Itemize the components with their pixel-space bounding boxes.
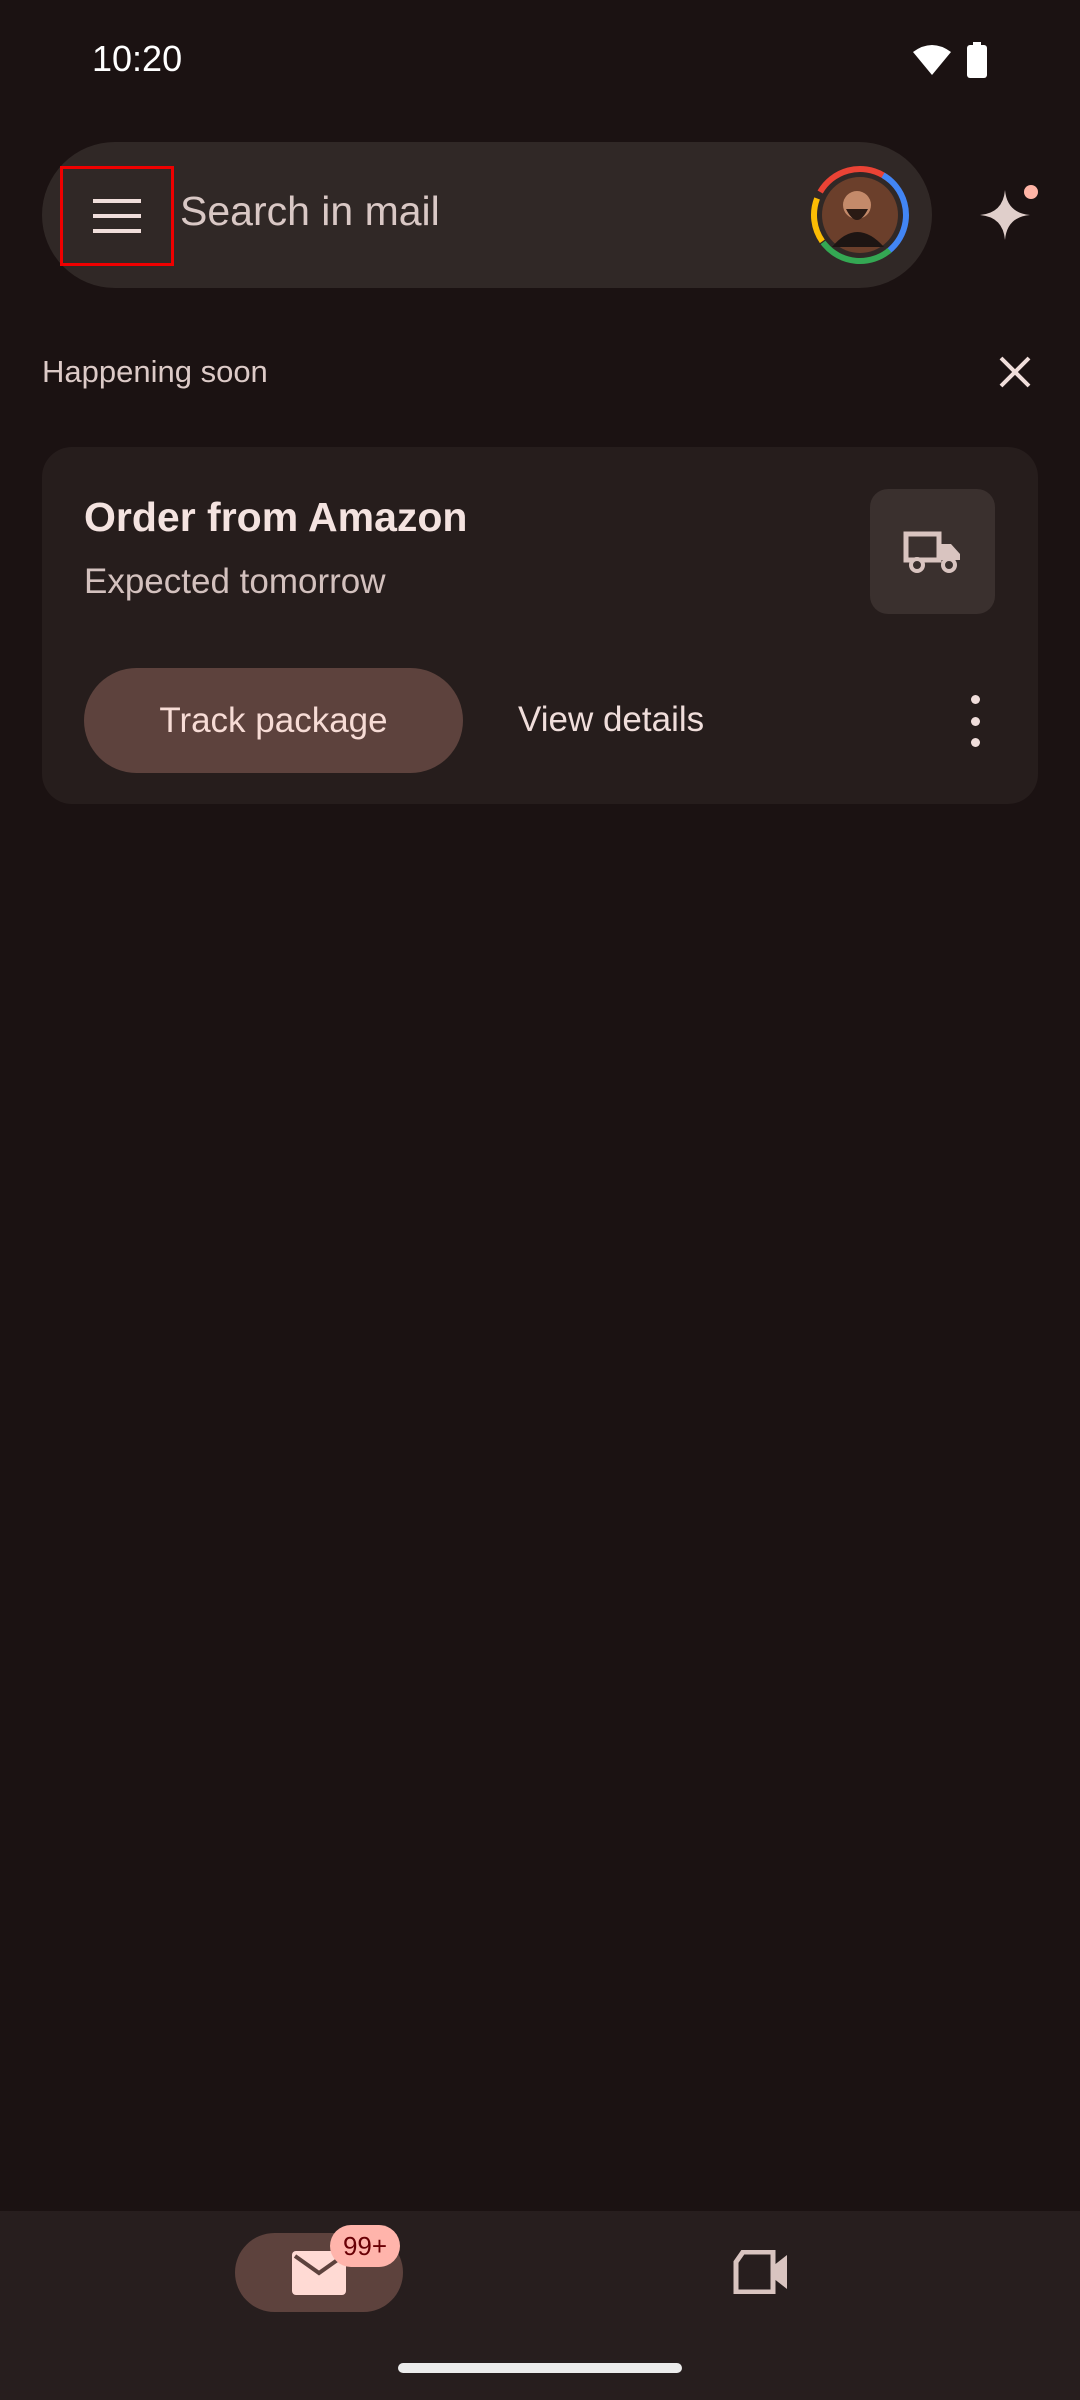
card-title: Order from Amazon bbox=[84, 494, 468, 540]
account-avatar[interactable] bbox=[810, 165, 910, 265]
track-package-button[interactable]: Track package bbox=[84, 668, 463, 773]
truck-icon bbox=[903, 531, 960, 573]
search-bar[interactable] bbox=[42, 142, 932, 288]
sparkle-icon[interactable] bbox=[975, 180, 1045, 250]
close-icon[interactable] bbox=[995, 352, 1035, 392]
unread-badge: 99+ bbox=[330, 2225, 400, 2267]
menu-icon bbox=[93, 199, 141, 233]
video-icon[interactable] bbox=[733, 2250, 789, 2294]
more-options-icon[interactable] bbox=[962, 695, 988, 747]
status-icons bbox=[912, 42, 988, 78]
card-subtitle: Expected tomorrow bbox=[84, 562, 386, 601]
section-title: Happening soon bbox=[42, 354, 268, 389]
home-indicator[interactable] bbox=[398, 2363, 682, 2373]
battery-icon bbox=[967, 42, 987, 78]
menu-button[interactable] bbox=[60, 166, 174, 266]
wifi-icon bbox=[913, 45, 951, 75]
truck-badge bbox=[870, 489, 995, 614]
status-time: 10:20 bbox=[92, 38, 183, 79]
view-details-button[interactable]: View details bbox=[518, 700, 704, 740]
search-input[interactable]: Search in mail bbox=[180, 188, 440, 235]
